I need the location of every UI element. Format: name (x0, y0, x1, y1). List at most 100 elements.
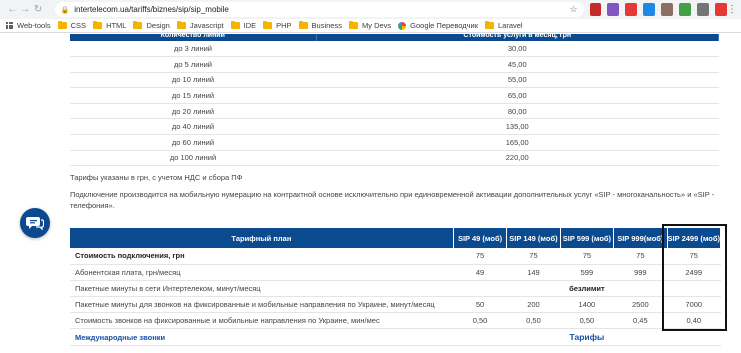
table-row: до 5 линий 45,00 (70, 56, 719, 73)
plans-table: Тарифный план SIP 49 (моб) SIP 149 (моб)… (70, 228, 722, 346)
value-cell: 0,45 (613, 312, 668, 330)
bookmark-css[interactable]: CSS (57, 20, 87, 30)
row-label: Пакетные минуты в сети Интертелеком, мин… (70, 280, 454, 298)
extension-icon[interactable] (589, 3, 602, 16)
folder-icon (176, 20, 186, 29)
price-cell: 220,00 (316, 150, 719, 167)
column-header: Количество линий (70, 34, 317, 41)
bookmark-ide[interactable]: IDE (230, 20, 256, 30)
price-cell: 65,00 (316, 87, 719, 104)
bookmark-laravel[interactable]: Laravel (485, 20, 523, 30)
value-cell: 149 (506, 264, 561, 281)
address-bar: ← → ↻ 🔒 intertelecom.ua/tariffs/biznes/s… (0, 0, 741, 19)
folder-icon (298, 20, 308, 29)
tariffs-link[interactable]: Тарифы (453, 328, 721, 346)
back-icon[interactable]: ← (6, 3, 19, 17)
price-cell: 80,00 (316, 103, 719, 120)
table-row: до 100 линий 220,00 (70, 150, 719, 167)
table-row: до 60 линий 165,00 (70, 134, 719, 151)
value-cell: 49 (453, 264, 507, 281)
price-cell: 55,00 (316, 72, 719, 89)
bookmark-label: PHP (276, 21, 292, 30)
lines-cell: до 3 линий (70, 41, 316, 58)
value-cell: 200 (506, 296, 561, 314)
bookmark-html[interactable]: HTML (93, 20, 127, 30)
lock-icon[interactable]: 🔒 (61, 6, 70, 14)
value-cell: 0,50 (560, 312, 614, 330)
extension-icon[interactable] (643, 3, 656, 16)
extension-icon[interactable] (607, 3, 620, 16)
bookmark-javascript[interactable]: Javascript (176, 20, 224, 30)
bookmark-label: Google Переводчик (410, 21, 478, 30)
column-header: SIP 2499 (моб) (667, 228, 722, 248)
url-text: intertelecom.ua/tariffs/biznes/sip/sip_m… (74, 5, 229, 14)
table-row: Абонентская плата, грн/месяц 49 149 599 … (70, 264, 721, 281)
forward-icon[interactable]: → (19, 3, 32, 17)
value-cell: 0,40 (667, 312, 721, 330)
page-content: Количество линий Стоимость услуги в меся… (0, 34, 741, 353)
value-cell: 75 (667, 248, 721, 265)
table-row: Международные звонки Тарифы (70, 328, 721, 346)
table-row: Пакетные минуты в сети Интертелеком, мин… (70, 280, 721, 298)
bookmark-my-devs[interactable]: My Devs (348, 20, 392, 30)
value-cell: 0,50 (506, 312, 561, 330)
bookmark-label: Laravel (498, 21, 523, 30)
international-calls-link[interactable]: Международные звонки (70, 328, 454, 346)
apps-grid-icon (6, 22, 13, 29)
bookmark-business[interactable]: Business (298, 20, 342, 30)
price-cell: 135,00 (316, 118, 719, 136)
lines-price-table: Количество линий Стоимость услуги в меся… (70, 34, 719, 167)
value-cell: 75 (506, 248, 561, 265)
bookmark-google-translate[interactable]: Google Переводчик (398, 21, 478, 30)
lines-cell: до 20 линий (70, 103, 316, 120)
value-cell: 75 (613, 248, 668, 265)
row-label: Стоимость подключения, грн (70, 248, 454, 265)
bookmark-label: CSS (70, 21, 87, 30)
folder-icon (263, 20, 273, 29)
bookmark-label: My Devs (361, 21, 392, 30)
lines-cell: до 10 линий (70, 72, 316, 89)
bookmark-php[interactable]: PHP (263, 20, 292, 30)
url-field[interactable]: 🔒 intertelecom.ua/tariffs/biznes/sip/sip… (54, 2, 584, 17)
folder-icon (230, 20, 240, 29)
folder-icon (57, 20, 67, 29)
extension-icon[interactable] (679, 3, 692, 16)
extension-icon[interactable] (661, 3, 674, 16)
row-label: Пакетные минуты для звонков на фиксирова… (70, 296, 454, 314)
lines-cell: до 15 линий (70, 87, 316, 104)
row-label: Стоимость звонков на фиксированные и моб… (70, 312, 454, 330)
extension-icon[interactable] (715, 3, 727, 16)
row-label: Абонентская плата, грн/месяц (70, 264, 454, 281)
bookmark-label: Design (146, 21, 170, 30)
column-header: SIP 149 (моб) (506, 228, 561, 248)
value-cell: 599 (560, 264, 614, 281)
value-cell: 75 (560, 248, 614, 265)
column-header-plan: Тарифный план (70, 228, 454, 248)
value-cell: 0,50 (453, 312, 507, 330)
table-header-row: Количество линий Стоимость услуги в меся… (70, 34, 719, 41)
bookmark-web-tools[interactable]: Web-tools (6, 21, 51, 30)
lines-cell: до 60 линий (70, 134, 316, 151)
bookmark-design[interactable]: Design (133, 20, 170, 30)
reload-icon[interactable]: ↻ (32, 3, 45, 17)
table-row: до 20 линий 80,00 (70, 103, 719, 120)
folder-icon (348, 20, 358, 29)
table-row: до 10 линий 55,00 (70, 72, 719, 89)
lines-cell: до 5 линий (70, 56, 316, 73)
value-cell: 2499 (667, 264, 721, 281)
chat-button[interactable] (20, 208, 50, 238)
prices-note: Тарифы указаны в грн, с учетом НДС и сбо… (70, 173, 243, 182)
chat-icon (26, 217, 44, 231)
extension-icon[interactable] (625, 3, 638, 16)
value-cell: 1400 (560, 296, 614, 314)
price-cell: 45,00 (316, 56, 719, 73)
menu-dots-icon[interactable]: ⋮ (727, 4, 737, 15)
value-cell: 75 (453, 248, 507, 265)
table-row: до 3 линий 30,00 (70, 41, 719, 58)
value-cell: 7000 (667, 296, 721, 314)
extension-icon[interactable] (697, 3, 710, 16)
bookmark-label: HTML (106, 21, 127, 30)
bookmark-star-icon[interactable]: ☆ (569, 4, 577, 15)
column-header: SIP 999(моб) (613, 228, 668, 248)
value-cell: 999 (613, 264, 668, 281)
